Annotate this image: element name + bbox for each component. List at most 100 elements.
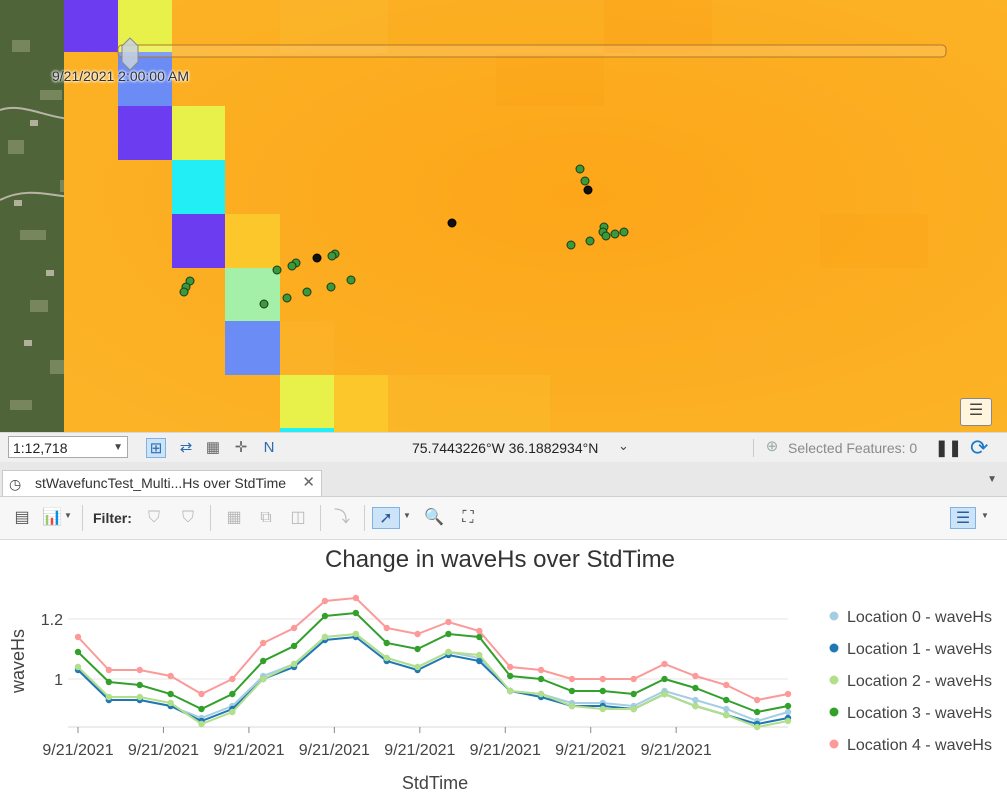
data-point[interactable] [568,702,576,710]
rotation-button[interactable]: N [259,438,279,458]
data-point[interactable] [784,690,792,698]
data-point[interactable] [723,711,730,719]
data-point[interactable] [105,666,113,674]
green-observation-point[interactable] [259,299,269,309]
green-observation-point[interactable] [282,293,292,303]
green-observation-point[interactable] [327,251,337,261]
data-point[interactable] [723,681,730,689]
data-point[interactable] [260,675,267,683]
zoom-button[interactable]: 🔍 [422,507,446,529]
correction-button[interactable]: ✛ [231,438,251,458]
table-button[interactable]: ▦ [222,507,246,529]
black-observation-point[interactable] [583,185,593,195]
data-point[interactable] [414,663,421,671]
data-point[interactable] [352,609,360,617]
green-observation-point[interactable] [619,227,629,237]
green-observation-point[interactable] [326,282,336,292]
coordinate-format-chevron[interactable]: ⌄ [618,438,629,454]
data-point[interactable] [753,708,761,716]
data-point[interactable] [383,624,390,632]
switch-selection-button[interactable]: ⧉ [254,507,278,529]
chevron-down-icon[interactable]: ▼ [981,511,989,520]
filter-extent-button[interactable]: ⛉ [142,507,166,529]
legend-item-label[interactable]: Location 0 - waveHs [847,609,992,626]
data-point[interactable] [105,678,113,686]
data-point[interactable] [506,687,514,695]
data-point[interactable] [661,675,668,683]
data-point[interactable] [630,690,637,698]
data-point[interactable] [445,618,452,626]
data-point[interactable] [506,663,514,671]
scale-dropdown[interactable]: 1:12,718 ▼ [8,436,128,458]
data-point[interactable] [630,705,637,713]
data-point[interactable] [136,666,143,674]
data-point[interactable] [630,675,637,683]
data-point[interactable] [753,696,761,704]
data-point[interactable] [599,675,606,683]
green-observation-point[interactable] [287,261,297,271]
data-point[interactable] [445,648,452,656]
filter-selection-button[interactable]: ⛉ [176,507,200,529]
green-observation-point[interactable] [601,231,611,241]
data-point[interactable] [568,687,576,695]
data-point[interactable] [352,594,360,602]
data-point[interactable] [599,705,606,713]
data-point[interactable] [198,720,205,728]
data-point[interactable] [723,705,730,713]
data-point[interactable] [692,702,699,710]
data-point[interactable] [692,684,699,692]
data-point[interactable] [352,630,360,638]
green-observation-point[interactable] [346,275,356,285]
data-point[interactable] [290,624,298,632]
green-observation-point[interactable] [585,236,595,246]
legend-item-label[interactable]: Location 4 - waveHs [847,737,992,754]
legend-item-label[interactable]: Location 3 - waveHs [847,705,992,722]
green-observation-point[interactable] [302,287,312,297]
data-point[interactable] [661,660,668,668]
green-observation-point[interactable] [575,164,585,174]
green-observation-point[interactable] [272,265,282,275]
data-point[interactable] [167,672,174,680]
black-observation-point[interactable] [447,218,457,228]
data-point[interactable] [414,630,421,638]
data-point[interactable] [105,693,113,701]
data-point[interactable] [476,627,483,635]
black-observation-point[interactable] [312,253,322,263]
legend-item-label[interactable]: Location 2 - waveHs [847,673,992,690]
map-canvas[interactable] [0,0,1007,432]
tab-overflow-chevron[interactable]: ▼ [987,474,997,485]
snapping-button[interactable]: ⇄ [176,438,196,458]
select-tool-button[interactable]: ➚ [372,507,400,529]
data-point[interactable] [198,705,205,713]
data-point[interactable] [229,675,236,683]
chevron-down-icon[interactable]: ▼ [64,511,72,520]
data-point[interactable] [383,639,390,647]
full-extent-button[interactable]: ⛶ [456,507,480,529]
chevron-down-icon[interactable]: ▼ [403,511,411,520]
properties-button[interactable]: ▤ [10,507,34,529]
data-point[interactable] [692,696,699,704]
close-icon[interactable]: ✕ [302,471,315,495]
data-point[interactable] [784,717,792,725]
add-chart-button[interactable]: 📊 [40,507,64,529]
data-point[interactable] [136,681,143,689]
clear-selection-button[interactable]: ◫ [286,507,310,529]
data-point[interactable] [723,696,730,704]
data-point[interactable] [784,708,792,716]
tab-chart[interactable]: ◷ stWavefuncTest_Multi...Hs over StdTime… [2,470,322,496]
data-point[interactable] [537,690,545,698]
data-point[interactable] [414,645,421,653]
data-point[interactable] [784,702,792,710]
green-observation-point[interactable] [566,240,576,250]
data-point[interactable] [229,690,236,698]
data-point[interactable] [445,630,452,638]
map-view[interactable]: 9/21/2021 2:00:00 AM ☰ [0,0,1007,432]
grid-button[interactable]: ▦ [203,438,223,458]
green-observation-point[interactable] [610,229,620,239]
data-point[interactable] [568,675,576,683]
data-point[interactable] [661,690,668,698]
data-point[interactable] [167,699,174,707]
data-point[interactable] [537,675,545,683]
data-point[interactable] [692,672,699,680]
fixed-scale-button[interactable]: ⊞ [146,438,166,458]
